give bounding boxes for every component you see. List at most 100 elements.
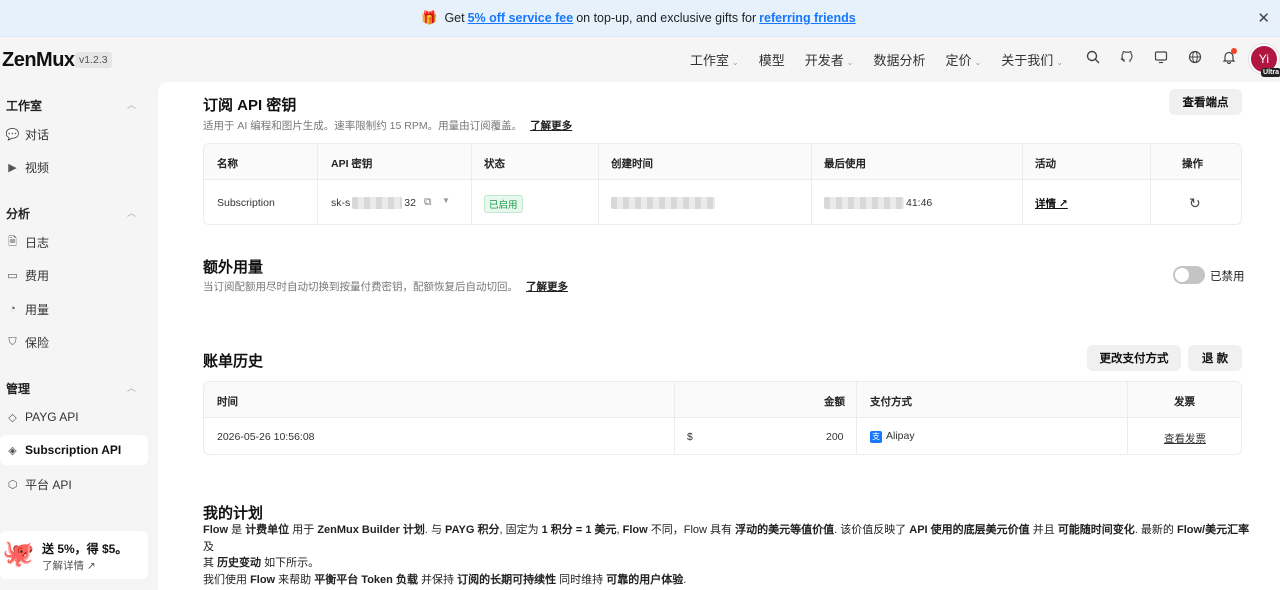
sidebar-item-payg-api[interactable]: ◇ PAYG API	[0, 402, 148, 432]
plan-text-segment: , 固定为	[499, 524, 542, 536]
sidebar-item-logs[interactable]: 🗎 日志	[0, 227, 148, 257]
notification-dot	[1231, 48, 1237, 54]
promo-title: 送 5%，得 $5。	[42, 542, 128, 556]
banner-link-service-fee[interactable]: 5% off service fee	[468, 11, 574, 25]
plan-text-segment: 1 积分 = 1 美元	[541, 524, 617, 536]
plan-text-segment: 我们使用	[203, 573, 251, 586]
tier-badge: Ultra	[1261, 68, 1280, 77]
col-header-time: 时间	[217, 396, 238, 408]
chevron-up-icon[interactable]: ︿	[127, 98, 136, 111]
plan-text-segment: . 最新的	[1134, 524, 1177, 536]
sidebar-section-analytics[interactable]: 分析	[6, 205, 30, 222]
col-header-api-key: API 密钥	[331, 158, 373, 170]
plan-text-segment: .	[683, 573, 687, 586]
sidebar-item-insurance[interactable]: ⛉ 保险	[0, 327, 148, 357]
payment-method: 支 Alipay	[870, 430, 915, 443]
view-endpoints-button[interactable]: 查看端点	[1169, 89, 1242, 115]
created-time-redacted	[611, 197, 715, 210]
sidebar-item-costs[interactable]: ▭ 费用	[0, 260, 148, 290]
billing-title: 账单历史	[203, 353, 264, 370]
nav-about[interactable]: 关于我们 ⌄	[1001, 50, 1063, 69]
sidebar-item-video[interactable]: ▶ 视频	[0, 152, 148, 182]
referral-promo-card[interactable]: 🐙 送 5%，得 $5。 了解详情 ↗	[0, 531, 148, 579]
caret-down-icon[interactable]: ▼	[442, 196, 450, 205]
chevron-down-icon: ⌄	[846, 58, 854, 67]
video-icon: ▶	[8, 161, 17, 174]
learn-more-link[interactable]: 了解更多	[526, 281, 568, 293]
chevron-down-icon: ⌄	[732, 58, 739, 67]
col-header-created: 创建时间	[611, 158, 653, 170]
logo[interactable]: ZenMux	[2, 49, 75, 72]
external-link-icon: ↗	[1058, 198, 1068, 210]
redacted-block	[352, 197, 403, 210]
nav-models[interactable]: 模型	[759, 50, 785, 69]
sidebar-item-subscription-api[interactable]: ◈ Subscription API	[0, 435, 148, 465]
plan-text-segment: 是	[228, 524, 246, 536]
plan-text-segment: 可靠的用户体验	[606, 573, 684, 586]
close-icon[interactable]: ✕	[1257, 9, 1270, 27]
billing-table: 时间 金额 支付方式 发票 2026-05-26 10:56:08 $ 200 …	[203, 381, 1242, 455]
plan-text-segment: Flow/美元汇率	[1176, 524, 1250, 536]
plan-text-segment: . 该价值反映了	[834, 524, 910, 536]
promo-banner: 🎁 Get 5% off service fee on top-up, and …	[0, 0, 1280, 37]
plan-text-segment: PAYG 积分	[445, 524, 500, 536]
search-icon[interactable]	[1083, 47, 1103, 67]
pie-chart-icon: ◔	[9, 303, 16, 315]
nav-developer[interactable]: 开发者 ⌄	[805, 50, 854, 69]
extra-usage-toggle[interactable]	[1173, 266, 1205, 284]
octopus-mascot-icon: 🐙	[2, 538, 35, 568]
plan-text-segment: 订阅的长期可持续性	[457, 573, 557, 586]
last-used-time: 41:46	[824, 197, 932, 210]
gift-icon: 🎁	[421, 10, 438, 25]
plan-description: Flow 是 计费单位 用于 ZenMux Builder 计划. 与 PAYG…	[203, 522, 1253, 588]
sidebar-item-usage[interactable]: ◔ 用量	[0, 294, 148, 324]
refund-button[interactable]: 退 款	[1188, 345, 1242, 371]
nav-analytics[interactable]: 数据分析	[873, 50, 925, 69]
chevron-up-icon[interactable]: ︿	[127, 206, 136, 219]
extra-usage-desc: 当订阅配额用尽时自动切换到按量付费密钥，配额恢复后自动切回。 了解更多	[203, 281, 568, 293]
diamond-icon: ◇	[8, 411, 17, 424]
col-header-activity: 活动	[1035, 158, 1056, 170]
plan-title: 我的计划	[203, 505, 264, 522]
view-invoice-link[interactable]: 查看发票	[1164, 431, 1206, 446]
banner-link-referral[interactable]: referring friends	[759, 11, 856, 25]
plan-text-segment: Flow	[203, 524, 229, 536]
promo-link[interactable]: 了解详情 ↗	[42, 558, 96, 573]
nav-pricing[interactable]: 定价 ⌄	[945, 50, 981, 69]
learn-more-link[interactable]: 了解更多	[530, 120, 572, 132]
chat-icon: 💬	[5, 128, 20, 141]
activity-details-link[interactable]: 详情 ↗	[1035, 196, 1068, 211]
plan-text-segment: 其	[203, 557, 218, 569]
chevron-up-icon[interactable]: ︿	[127, 381, 136, 394]
toggle-status-label: 已禁用	[1210, 271, 1245, 283]
plan-line-3: 我们使用 Flow 来帮助 平衡平台 Token 负载 并保持 订阅的长期可持续…	[203, 572, 1253, 589]
globe-icon[interactable]	[1185, 47, 1205, 67]
plan-text-segment: Flow	[622, 524, 648, 536]
monitor-icon[interactable]	[1151, 47, 1171, 67]
regenerate-icon[interactable]: ↻	[1189, 195, 1201, 212]
sidebar-section-studio[interactable]: 工作室	[6, 97, 42, 114]
nav-studio[interactable]: 工作室 ⌄	[690, 50, 739, 69]
banner-text-mid: on top-up, and exclusive gifts for	[576, 11, 757, 25]
col-header-actions: 操作	[1182, 158, 1203, 170]
plan-text-segment: ZenMux Builder 计划	[317, 524, 425, 536]
copy-icon[interactable]: ⧉	[424, 196, 432, 209]
shield-icon: ⛉	[8, 335, 17, 348]
plan-text-segment: 平衡平台 Token 负载	[314, 573, 418, 586]
sidebar-item-chat[interactable]: 💬 对话	[0, 119, 148, 149]
subscription-desc: 适用于 AI 编程和图片生成。速率限制约 15 RPM。用量由订阅覆盖。 了解更多	[203, 120, 573, 132]
chevron-down-icon: ⌄	[974, 58, 982, 67]
avatar[interactable]: Yi Ultra	[1249, 44, 1280, 77]
plan-text-segment: API 使用的底层美元价值	[909, 524, 1030, 536]
sidebar-item-platform-api[interactable]: ⬡ 平台 API	[0, 469, 148, 499]
sidebar: 工作室 ︿ 💬 对话 ▶ 视频 分析 ︿ 🗎 日志 ▭ 费用 ◔ 用量 ⛉ 保险 管理 ︿ …	[0, 82, 158, 590]
sidebar-section-manage[interactable]: 管理	[6, 380, 30, 397]
plan-text-segment: 可能随时间变化	[1057, 524, 1135, 536]
api-key-table: 名称 API 密钥 状态 创建时间 最后使用 活动 操作 Subscriptio…	[203, 143, 1242, 225]
plan-line-2: 其 历史变动 如下所示。	[203, 555, 1253, 572]
change-payment-button[interactable]: 更改支付方式	[1087, 345, 1181, 371]
github-icon[interactable]	[1117, 47, 1137, 67]
extra-usage-title: 额外用量	[203, 259, 264, 276]
table-header	[204, 382, 1241, 418]
bell-icon[interactable]	[1219, 47, 1239, 67]
